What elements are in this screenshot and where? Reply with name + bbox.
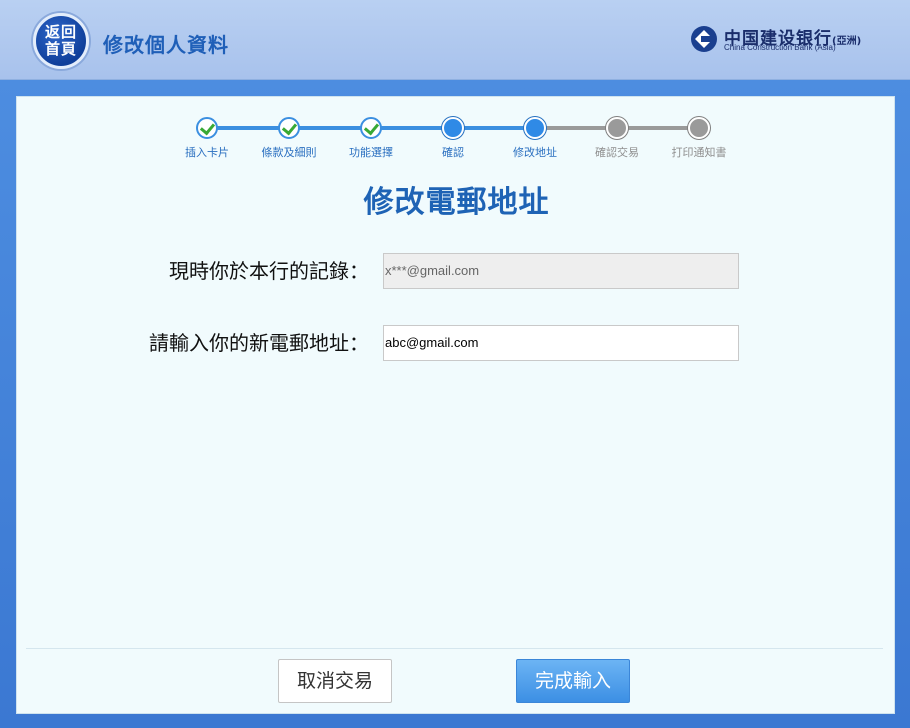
- step-4-label: 確認: [442, 146, 464, 159]
- step-5-label: 修改地址: [513, 146, 557, 159]
- step-5-active-icon: [524, 117, 546, 139]
- step-6-label: 確認交易: [595, 146, 639, 159]
- footer-divider: [26, 648, 883, 649]
- progress-steps: 插入卡片 條款及細則 功能選擇 確認 修改地址 確認交易 打印通知書: [17, 97, 896, 167]
- main-panel: 插入卡片 條款及細則 功能選擇 確認 修改地址 確認交易 打印通知書 修改電郵地…: [16, 96, 895, 714]
- bank-name-cn-suffix: (亞洲): [832, 36, 862, 47]
- new-email-input[interactable]: abc@gmail.com: [383, 325, 739, 361]
- step-1-check-icon: [196, 117, 218, 139]
- step-4-active-icon: [442, 117, 464, 139]
- step-6-pending-icon: [606, 117, 628, 139]
- home-label-line2: 首頁: [44, 40, 77, 58]
- step-7-pending-icon: [688, 117, 710, 139]
- cancel-button[interactable]: 取消交易: [278, 659, 392, 703]
- step-2-label: 條款及細則: [261, 146, 317, 159]
- bank-name-en: China Construction Bank (Asia): [724, 43, 836, 52]
- step-7-label: 打印通知書: [671, 146, 727, 159]
- header-title: 修改個人資料: [103, 33, 229, 57]
- confirm-button[interactable]: 完成輸入: [516, 659, 630, 703]
- new-email-label: 請輸入你的新電郵地址：: [149, 331, 369, 355]
- ccb-logo-icon: [691, 26, 717, 52]
- header-bar: 返回 首頁 修改個人資料 中国建设银行(亞洲) China Constructi…: [0, 0, 910, 80]
- step-2-check-icon: [278, 117, 300, 139]
- page-title: 修改電郵地址: [363, 185, 550, 220]
- current-email-field: x***@gmail.com: [383, 253, 739, 289]
- step-3-label: 功能選擇: [349, 146, 393, 159]
- step-1-label: 插入卡片: [185, 146, 229, 159]
- home-label-line1: 返回: [44, 23, 77, 41]
- current-email-label: 現時你於本行的記錄：: [169, 259, 369, 283]
- home-button[interactable]: 返回 首頁: [33, 13, 89, 69]
- step-3-check-icon: [360, 117, 382, 139]
